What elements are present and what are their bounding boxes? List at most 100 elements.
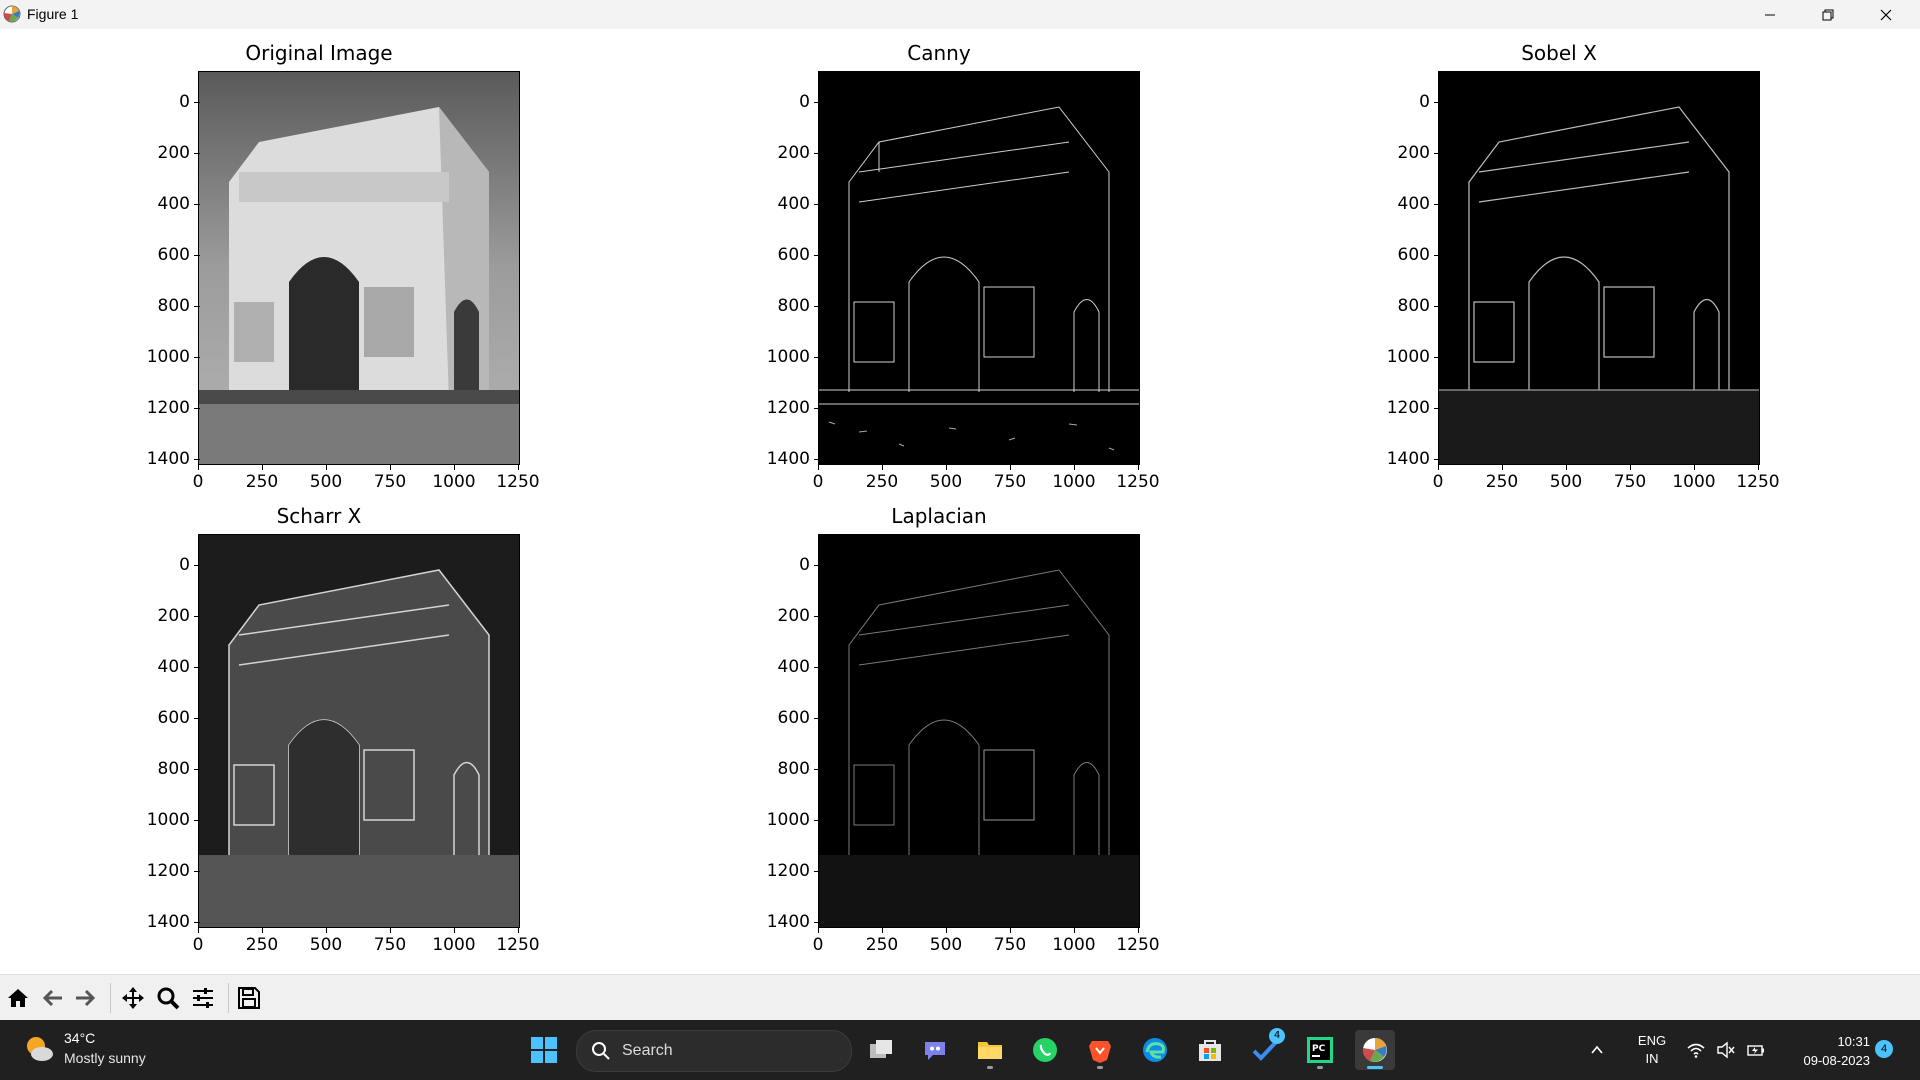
maximize-button[interactable] (1799, 0, 1857, 29)
volume-muted-icon (1717, 1041, 1735, 1059)
y-tick-label: 1000 (740, 810, 820, 830)
pycharm-icon: PC (1307, 1037, 1333, 1063)
subplot-scharr-x: Scharr X 0 200 400 600 800 1000 1200 140… (120, 504, 540, 974)
weather-description: Mostly sunny (64, 1050, 146, 1066)
y-tick-label: 600 (740, 245, 820, 265)
x-tick-label: 1250 (488, 927, 548, 955)
y-tick-label: 200 (120, 143, 200, 163)
y-tick-label: 1400 (1360, 449, 1440, 469)
notification-count-badge[interactable]: 4 (1875, 1040, 1893, 1058)
running-indicator (987, 1066, 993, 1069)
todo-app-button[interactable]: 4 (1245, 1028, 1285, 1070)
x-tick-label: 500 (1536, 464, 1596, 492)
matplotlib-figure-button[interactable] (1355, 1030, 1395, 1070)
forward-button[interactable] (70, 983, 100, 1013)
home-button[interactable] (3, 983, 33, 1013)
configure-subplots-button[interactable] (188, 983, 218, 1013)
save-button[interactable] (234, 983, 264, 1013)
volume-status[interactable] (1714, 1030, 1738, 1070)
y-tick-label: 400 (1360, 194, 1440, 214)
microsoft-store-button[interactable] (1190, 1030, 1230, 1070)
store-bag-icon (1199, 1040, 1221, 1061)
battery-status[interactable] (1744, 1030, 1768, 1070)
system-clock[interactable]: 10:31 09-08-2023 (1780, 1032, 1871, 1070)
running-indicator (1317, 1066, 1323, 1069)
wifi-icon (1687, 1043, 1705, 1058)
edge-browser-button[interactable] (1135, 1030, 1175, 1070)
y-tick-label: 1000 (120, 347, 200, 367)
y-tick-label: 0 (120, 555, 200, 575)
language-indicator[interactable]: ENG IN (1630, 1032, 1674, 1068)
y-tick-label: 600 (740, 708, 820, 728)
x-tick-label: 750 (360, 464, 420, 492)
task-view-button[interactable] (861, 1030, 901, 1070)
brave-browser-button[interactable] (1080, 1030, 1120, 1070)
y-tick-label: 200 (1360, 143, 1440, 163)
weather-sun-cloud-icon (27, 1037, 53, 1061)
wifi-status[interactable] (1684, 1030, 1708, 1070)
x-tick-label: 500 (916, 464, 976, 492)
subplot-sobel-x: Sobel X 0 200 400 600 800 1000 1200 1400… (1360, 41, 1780, 511)
search-icon (592, 1042, 610, 1060)
minimize-icon (1765, 14, 1775, 15)
clock-date: 09-08-2023 (1803, 1053, 1871, 1068)
edge-icon (1143, 1038, 1167, 1062)
x-tick-label: 1000 (1044, 464, 1104, 492)
y-tick-label: 800 (120, 296, 200, 316)
subplot-title: Laplacian (891, 504, 987, 528)
show-hidden-icons-button[interactable] (1582, 1030, 1612, 1070)
brave-lion-icon (1089, 1041, 1111, 1063)
y-tick-label: 400 (740, 194, 820, 214)
y-tick-label: 0 (740, 555, 820, 575)
y-tick-label: 1000 (740, 347, 820, 367)
y-tick-label: 600 (1360, 245, 1440, 265)
teams-chat-button[interactable] (915, 1030, 955, 1070)
taskbar-search[interactable]: Search (576, 1030, 852, 1072)
x-tick-label: 1250 (1108, 927, 1168, 955)
pan-button[interactable] (118, 983, 148, 1013)
zoom-button[interactable] (153, 983, 183, 1013)
minimize-button[interactable] (1741, 0, 1799, 29)
x-tick-label: 1000 (424, 464, 484, 492)
y-tick-label: 1200 (120, 398, 200, 418)
start-button[interactable] (524, 1030, 564, 1070)
matplotlib-icon (1362, 1038, 1387, 1062)
matplotlib-icon (3, 5, 21, 23)
close-button[interactable] (1857, 0, 1915, 29)
image-original (198, 71, 520, 465)
y-tick-label: 1000 (120, 810, 200, 830)
whatsapp-icon (1033, 1038, 1057, 1062)
task-view-icon (870, 1040, 892, 1058)
image-canny (818, 71, 1140, 465)
y-tick-label: 800 (740, 759, 820, 779)
x-tick-label: 500 (916, 927, 976, 955)
y-tick-label: 200 (740, 606, 820, 626)
y-tick-label: 800 (120, 759, 200, 779)
x-tick-label: 0 (168, 927, 228, 955)
y-tick-label: 800 (1360, 296, 1440, 316)
toolbar-separator (228, 983, 229, 1013)
teams-chat-icon (925, 1042, 945, 1060)
x-tick-label: 250 (852, 464, 912, 492)
whatsapp-button[interactable] (1025, 1030, 1065, 1070)
svg-text:PC: PC (1312, 1044, 1326, 1054)
subplot-title: Original Image (245, 41, 393, 65)
y-tick-label: 1200 (120, 861, 200, 881)
y-tick-label: 600 (120, 245, 200, 265)
running-indicator (1097, 1066, 1103, 1069)
x-tick-label: 0 (788, 927, 848, 955)
pan-icon (122, 987, 144, 1009)
forward-icon (76, 989, 96, 1007)
close-icon (1880, 9, 1892, 20)
pycharm-button[interactable]: PC (1300, 1030, 1340, 1070)
y-tick-label: 1200 (740, 398, 820, 418)
window-title: Figure 1 (27, 6, 79, 22)
file-explorer-button[interactable] (970, 1030, 1010, 1070)
taskbar: 34°C Mostly sunny Search 4 PC ENG IN 10:… (0, 1020, 1920, 1080)
x-tick-label: 750 (1600, 464, 1660, 492)
y-tick-label: 0 (1360, 92, 1440, 112)
back-button[interactable] (38, 983, 68, 1013)
figure-canvas[interactable]: Original Image 0 200 400 600 800 1000 12… (0, 29, 1920, 974)
x-tick-label: 1250 (1108, 464, 1168, 492)
y-tick-label: 1200 (1360, 398, 1440, 418)
